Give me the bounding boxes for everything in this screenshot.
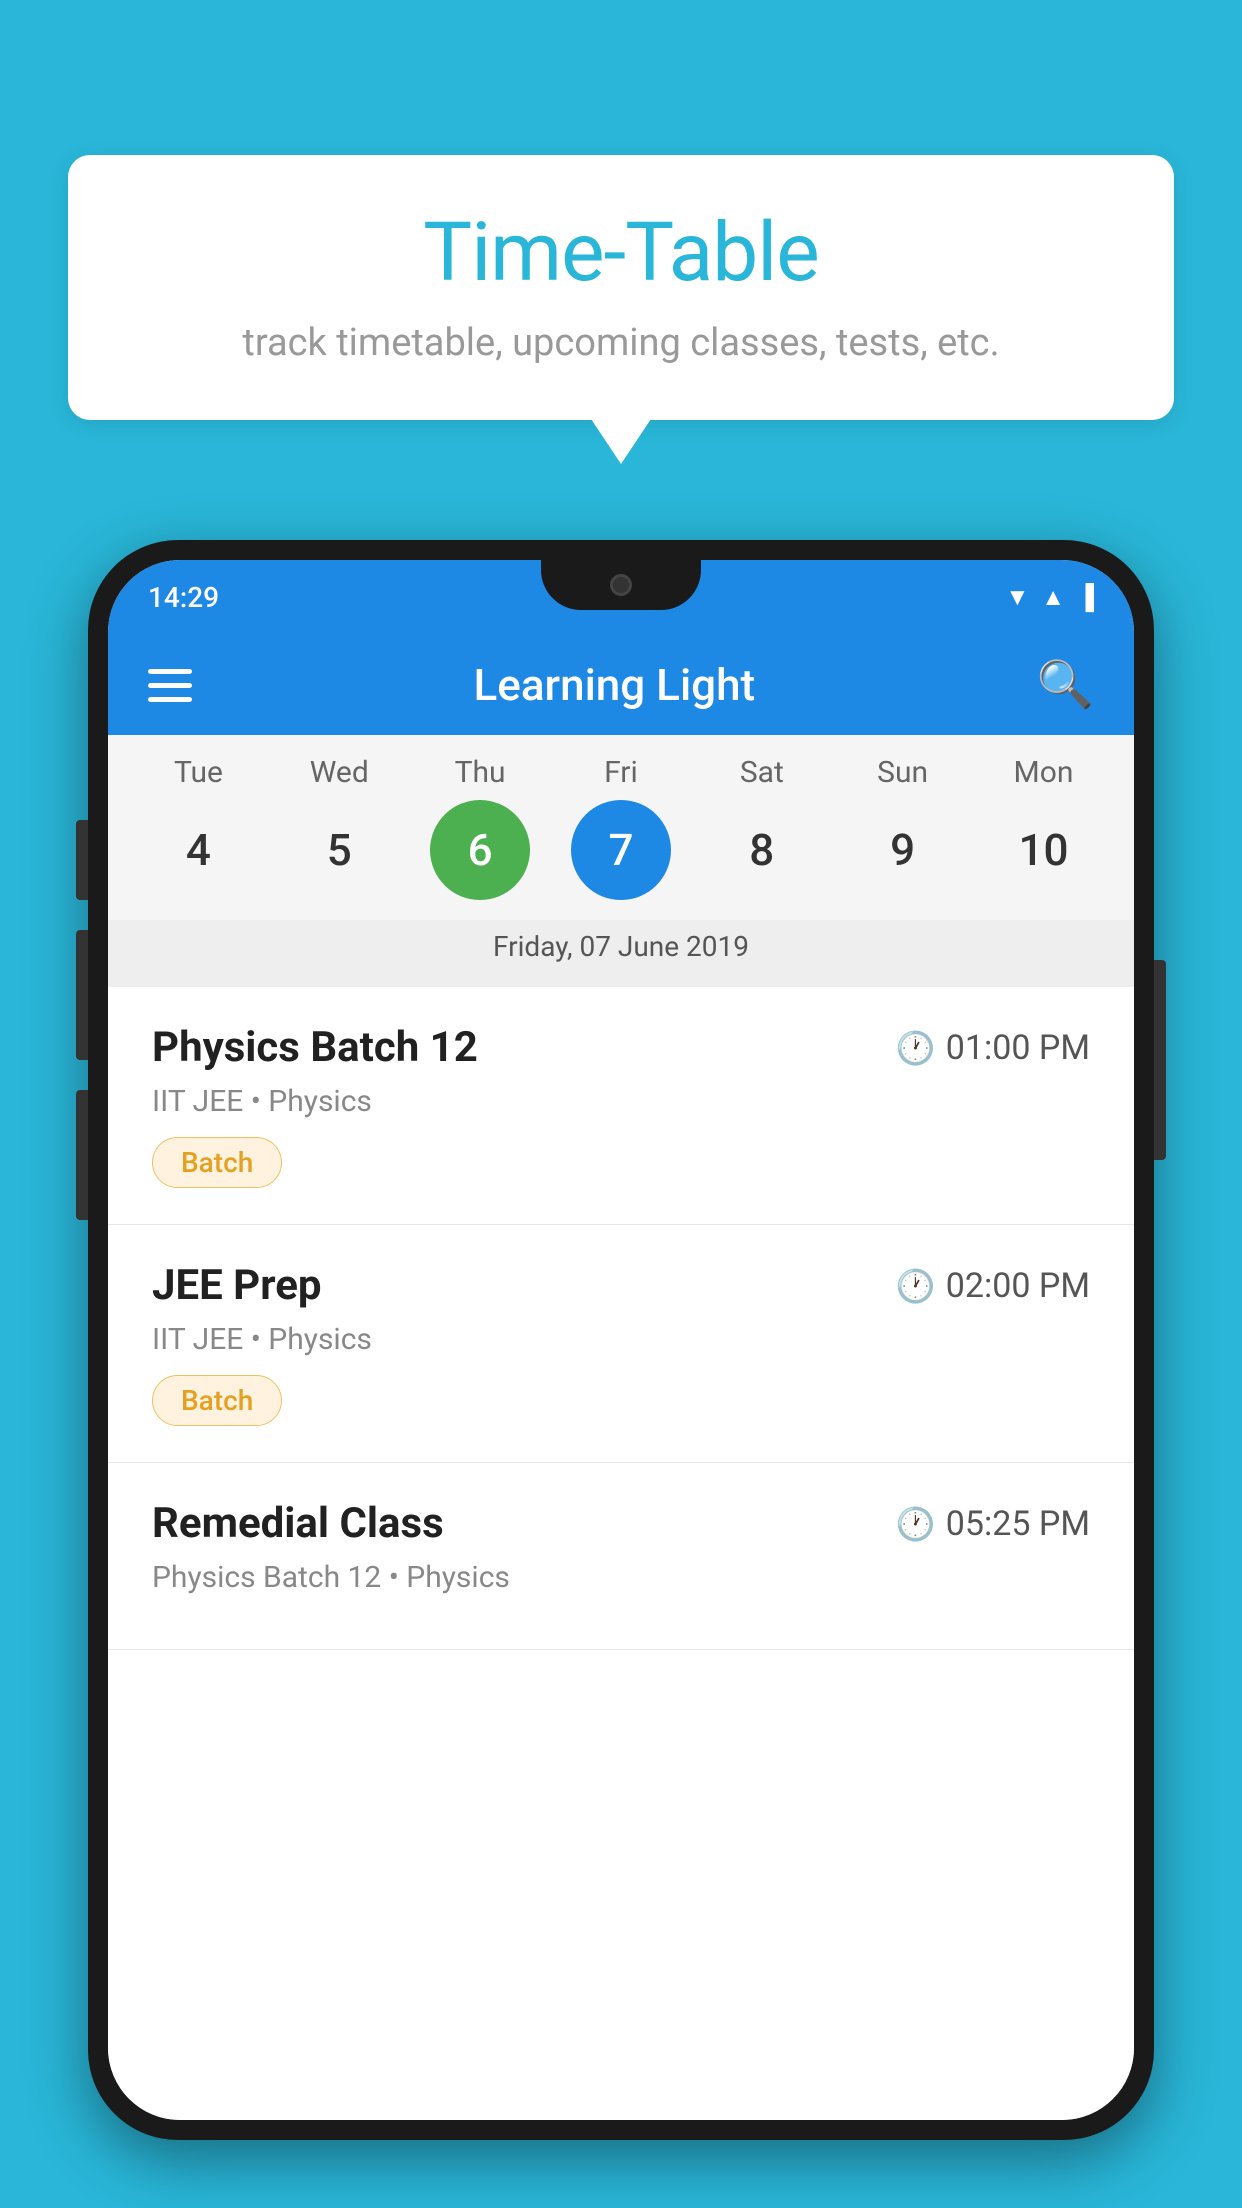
schedule-item-header: Physics Batch 12 🕐 01:00 PM (152, 1023, 1090, 1072)
status-bar: 14:29 ▼ ▲ ▐ (108, 560, 1134, 635)
schedule-item-time: 🕐 05:25 PM (896, 1504, 1090, 1544)
schedule-item-sub: IIT JEE • Physics (152, 1322, 1090, 1357)
schedule-item[interactable]: Remedial Class 🕐 05:25 PM Physics Batch … (108, 1463, 1134, 1650)
schedule-item-sub: Physics Batch 12 • Physics (152, 1560, 1090, 1595)
schedule-item-title: Remedial Class (152, 1499, 444, 1548)
status-time: 14:29 (148, 581, 219, 614)
clock-icon: 🕐 (896, 1267, 936, 1305)
app-title: Learning Light (474, 659, 756, 711)
schedule-item[interactable]: JEE Prep 🕐 02:00 PM IIT JEE • Physics Ba… (108, 1225, 1134, 1463)
status-icons: ▼ ▲ ▐ (1005, 583, 1094, 612)
clock-icon: 🕐 (896, 1505, 936, 1543)
day-header-label: Sat (712, 755, 812, 790)
schedule-item-time: 🕐 01:00 PM (896, 1028, 1090, 1068)
clock-icon: 🕐 (896, 1029, 936, 1067)
speech-bubble-container: Time-Table track timetable, upcoming cla… (68, 155, 1174, 420)
day-header-label: Tue (148, 755, 248, 790)
side-button-power (1154, 960, 1166, 1160)
side-button-volume-up (76, 930, 88, 1060)
day-number[interactable]: 5 (289, 800, 389, 900)
phone-screen: 14:29 ▼ ▲ ▐ Learning Light 🔍 (108, 560, 1134, 2120)
schedule-item-title: JEE Prep (152, 1261, 322, 1310)
app-bar: Learning Light 🔍 (108, 635, 1134, 735)
day-header-label: Mon (993, 755, 1093, 790)
search-icon[interactable]: 🔍 (1037, 658, 1094, 712)
day-headers: Tue Wed Thu Fri Sat Sun Mon (108, 755, 1134, 800)
batch-tag: Batch (152, 1137, 282, 1188)
schedule-item-time: 🕐 02:00 PM (896, 1266, 1090, 1306)
speech-bubble: Time-Table track timetable, upcoming cla… (68, 155, 1174, 420)
day-numbers: 456789 10 (108, 800, 1134, 920)
bubble-subtitle: track timetable, upcoming classes, tests… (128, 321, 1114, 365)
bubble-title: Time-Table (128, 205, 1114, 301)
day-header-label: Wed (289, 755, 389, 790)
side-button-volume-silent (76, 820, 88, 900)
side-button-volume-down (76, 1090, 88, 1220)
signal-icon: ▲ (1041, 583, 1065, 612)
day-number[interactable]: 7 (571, 800, 671, 900)
day-number[interactable]: 4 (148, 800, 248, 900)
content-area: Physics Batch 12 🕐 01:00 PM IIT JEE • Ph… (108, 987, 1134, 2120)
day-number[interactable]: 9 (853, 800, 953, 900)
day-header-label: Thu (430, 755, 530, 790)
day-header-label: Fri (571, 755, 671, 790)
day-number[interactable]: 8 (712, 800, 812, 900)
phone-wrapper: 14:29 ▼ ▲ ▐ Learning Light 🔍 (88, 540, 1154, 2140)
schedule-item[interactable]: Physics Batch 12 🕐 01:00 PM IIT JEE • Ph… (108, 987, 1134, 1225)
notch (541, 560, 701, 610)
day-number[interactable]: 10 (993, 800, 1093, 900)
selected-date-label: Friday, 07 June 2019 (108, 920, 1134, 987)
schedule-item-sub: IIT JEE • Physics (152, 1084, 1090, 1119)
phone-outer: 14:29 ▼ ▲ ▐ Learning Light 🔍 (88, 540, 1154, 2140)
calendar-strip: Tue Wed Thu Fri Sat Sun Mon 456789 10 Friday, 0… (108, 735, 1134, 987)
batch-tag: Batch (152, 1375, 282, 1426)
battery-icon: ▐ (1077, 583, 1094, 612)
menu-button[interactable] (148, 669, 192, 702)
day-number[interactable]: 6 (430, 800, 530, 900)
camera (610, 574, 632, 596)
wifi-icon: ▼ (1005, 583, 1029, 612)
day-header-label: Sun (853, 755, 953, 790)
schedule-item-title: Physics Batch 12 (152, 1023, 478, 1072)
schedule-item-header: Remedial Class 🕐 05:25 PM (152, 1499, 1090, 1548)
schedule-item-header: JEE Prep 🕐 02:00 PM (152, 1261, 1090, 1310)
